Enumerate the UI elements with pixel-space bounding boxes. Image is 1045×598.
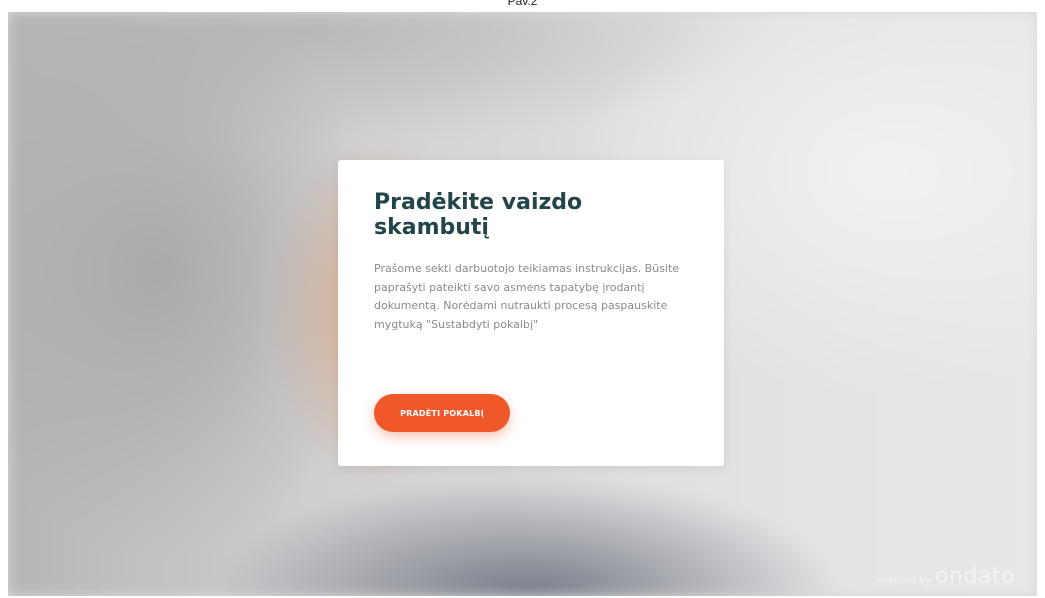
caption-text: Pav.2: [507, 0, 538, 8]
dialog-title: Pradėkite vaizdo skambutį: [374, 190, 583, 240]
video-call-screen: Pradėkite vaizdo skambutį Prašome sekti …: [8, 12, 1037, 596]
ondato-logo: ondato: [935, 564, 1015, 589]
branding-prefix: enabled by: [875, 575, 932, 586]
start-call-button[interactable]: PRADĖTI POKALBĮ: [374, 394, 510, 432]
branding: enabled by ondato: [875, 564, 1015, 594]
start-call-dialog: Pradėkite vaizdo skambutį Prašome sekti …: [338, 160, 724, 466]
dialog-instructions: Prašome sekti darbuotojo teikiamas instr…: [374, 262, 680, 331]
